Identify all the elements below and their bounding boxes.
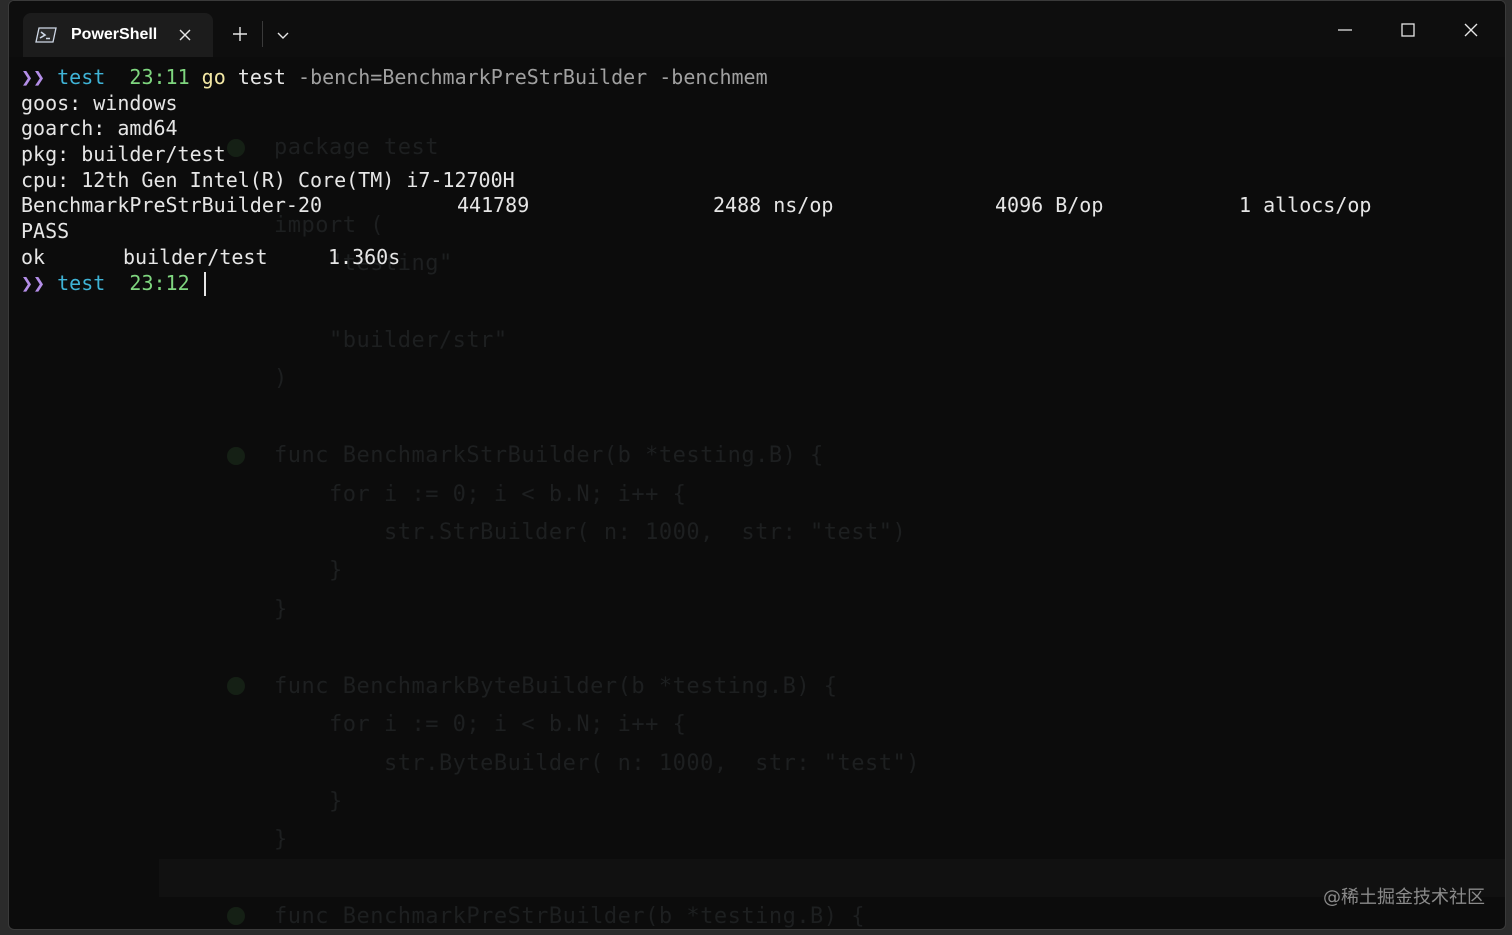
maximize-icon xyxy=(1401,23,1415,37)
benchmark-b-op: 4096 B/op xyxy=(995,193,1104,218)
background-code-line: str.ByteBuilder( n: 1000, str: "test") xyxy=(274,751,921,776)
background-code-line: func BenchmarkByteBuilder(b *testing.B) … xyxy=(274,674,838,699)
benchmark-ns-op: 2488 ns/op xyxy=(713,193,834,218)
prompt-chevron: ❯❯ xyxy=(21,65,46,89)
command-subcommand: test xyxy=(237,65,286,89)
minimize-button[interactable] xyxy=(1323,15,1367,45)
maximize-button[interactable] xyxy=(1386,15,1430,45)
background-code-line: func BenchmarkPreStrBuilder(b *testing.B… xyxy=(274,904,866,929)
background-code-line: str.StrBuilder( n: 1000, str: "test") xyxy=(274,520,907,545)
background-code-line: } xyxy=(274,789,343,814)
prompt-time: 23:11 xyxy=(129,65,190,89)
chevron-down-icon xyxy=(277,32,289,39)
plus-icon xyxy=(233,27,247,41)
terminal-window: package test import ( "testing" "builder… xyxy=(8,0,1506,930)
tab-dropdown-button[interactable] xyxy=(273,25,293,45)
benchmark-allocs-op: 1 allocs/op xyxy=(1239,193,1372,218)
prompt-directory: test xyxy=(57,65,106,89)
terminal-output[interactable]: ❯❯ test 23:11 go test -bench=BenchmarkPr… xyxy=(21,65,1491,296)
background-code-line: for i := 0; i < b.N; i++ { xyxy=(274,482,687,507)
background-code-line: "builder/str" xyxy=(274,328,508,353)
prompt-chevron: ❯❯ xyxy=(21,270,46,295)
pass-line: PASS xyxy=(21,219,70,244)
background-code-line: } xyxy=(274,597,288,622)
command-line: ❯❯ test 23:11 go test -bench=BenchmarkPr… xyxy=(21,65,1491,91)
output-line: goos: windows xyxy=(21,90,178,115)
tab-powershell[interactable]: PowerShell xyxy=(23,13,213,57)
benchmark-result-row: BenchmarkPreStrBuilder-20 441789 2488 ns… xyxy=(21,193,1491,219)
output-line: pkg: builder/test xyxy=(21,142,226,167)
run-gutter-icon xyxy=(227,677,245,695)
title-bar: PowerShell xyxy=(9,1,1505,57)
close-icon xyxy=(1464,23,1478,37)
benchmark-iterations: 441789 xyxy=(457,193,530,218)
powershell-icon xyxy=(35,26,57,44)
prompt-time: 23:12 xyxy=(129,270,190,295)
minimize-icon xyxy=(1338,29,1352,31)
background-code-line: } xyxy=(274,558,343,583)
ok-status: ok xyxy=(21,244,46,269)
new-tab-button[interactable] xyxy=(229,23,251,45)
background-code-line: for i := 0; i < b.N; i++ { xyxy=(274,712,687,737)
output-line: cpu: 12th Gen Intel(R) Core(TM) i7-12700… xyxy=(21,167,515,192)
watermark: @稀土掘金技术社区 xyxy=(1323,887,1485,908)
tab-title: PowerShell xyxy=(71,26,158,43)
background-code-line: func BenchmarkStrBuilder(b *testing.B) { xyxy=(274,443,824,468)
close-tab-icon[interactable] xyxy=(177,27,193,43)
prompt-directory: test xyxy=(57,270,106,295)
background-current-line xyxy=(159,859,1505,897)
run-gutter-icon xyxy=(227,447,245,465)
tab-separator xyxy=(262,21,263,47)
command-args: -bench=BenchmarkPreStrBuilder -benchmem xyxy=(298,65,768,89)
ok-result-row: ok builder/test 1.360s xyxy=(21,245,1491,271)
ok-duration: 1.360s xyxy=(328,244,401,269)
command-name: go xyxy=(201,65,226,89)
close-window-button[interactable] xyxy=(1449,15,1493,45)
current-prompt-line: ❯❯ test 23:12 xyxy=(21,271,1491,297)
background-code-line: } xyxy=(274,827,288,852)
background-code-line: ) xyxy=(274,366,288,391)
text-cursor xyxy=(203,272,206,296)
ok-package: builder/test xyxy=(123,244,268,269)
run-gutter-icon xyxy=(227,907,245,925)
benchmark-name: BenchmarkPreStrBuilder-20 xyxy=(21,193,323,218)
output-line: goarch: amd64 xyxy=(21,116,178,141)
